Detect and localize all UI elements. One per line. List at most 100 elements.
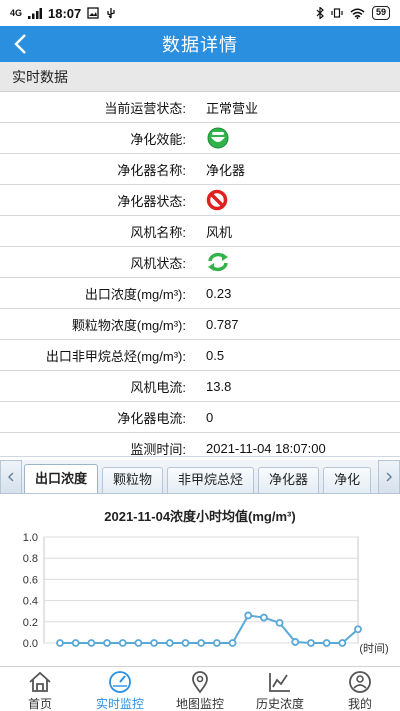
- info-value: 2021-11-04 18:07:00: [206, 440, 326, 456]
- y-tick-label: 0.2: [23, 617, 38, 629]
- info-row: 出口非甲烷总烃(mg/m³): 0.5: [0, 340, 400, 371]
- status-time: 18:07: [48, 5, 82, 21]
- map-pin-icon: [187, 670, 213, 694]
- section-header: 实时数据: [0, 62, 400, 92]
- data-point: [134, 639, 143, 647]
- concentration-chart: 2021-11-04浓度小时均值(mg/m³) 0.0 0.2 0.4 0.6 0.8 1.…: [23, 509, 389, 655]
- info-value: 风机: [206, 224, 233, 240]
- info-value: 净化器: [206, 162, 246, 178]
- data-point: [275, 618, 284, 627]
- info-label: 出口浓度(mg/m³):: [84, 286, 186, 302]
- info-value: 0: [206, 409, 214, 425]
- info-label: 风机状态:: [130, 255, 186, 271]
- green-smiley-icon: [207, 127, 229, 149]
- info-row: 净化器名称: 净化器: [0, 154, 400, 185]
- tab-2[interactable]: 颗粒物: [102, 467, 164, 493]
- signal-bars-icon: [28, 7, 43, 19]
- signal-indicator: 4G: [10, 8, 23, 18]
- tab-5[interactable]: 净化: [323, 467, 372, 493]
- data-point: [56, 639, 64, 647]
- info-row: 净化器状态:: [0, 185, 400, 216]
- data-point: [212, 639, 221, 647]
- nav-item-4[interactable]: 历史浓度: [240, 667, 320, 711]
- tab-strip: 出口浓度 颗粒物 非甲烷总烃 净化器 净化: [0, 460, 400, 494]
- info-row: 净化效能:: [0, 123, 400, 154]
- info-label: 净化效能:: [130, 131, 186, 147]
- bluetooth-icon: [316, 7, 324, 19]
- info-row: 风机状态:: [0, 247, 400, 278]
- info-label: 净化器名称:: [117, 162, 186, 178]
- arrow-left-icon: [7, 472, 14, 482]
- status-bar: 4G 18:07 59: [0, 0, 400, 26]
- arrow-right-icon: [386, 472, 393, 482]
- info-label: 净化器电流:: [117, 410, 186, 426]
- image-notification-icon: [87, 7, 99, 19]
- data-point: [228, 639, 237, 647]
- info-label: 出口非甲烷总烃(mg/m³):: [45, 348, 186, 364]
- nav-label: 实时监控: [95, 697, 144, 711]
- tab-scroll-left-button[interactable]: [0, 460, 22, 494]
- x-axis-label: (时间): [359, 642, 388, 655]
- data-point: [338, 639, 347, 647]
- info-label: 当前运营状态:: [104, 100, 186, 116]
- data-point: [322, 639, 331, 647]
- info-label: 颗粒物浓度(mg/m³):: [71, 317, 186, 333]
- nav-item-1[interactable]: 首页: [0, 667, 80, 711]
- info-status-icon: [194, 251, 400, 273]
- page-title: 数据详情: [162, 35, 238, 55]
- tab-scroll-right-button[interactable]: [378, 460, 400, 494]
- data-point: [150, 639, 159, 647]
- info-value: 0.23: [206, 285, 232, 301]
- data-point: [103, 639, 111, 647]
- green-refresh-icon: [208, 252, 228, 272]
- tab-1[interactable]: 出口浓度: [24, 464, 99, 493]
- tabs: 出口浓度 颗粒物 非甲烷总烃 净化器 净化: [24, 464, 376, 494]
- tab-4[interactable]: 净化器: [258, 467, 320, 493]
- info-status-icon: [194, 189, 400, 211]
- nav-item-3[interactable]: 地图监控: [160, 667, 240, 711]
- usb-icon: [107, 8, 115, 19]
- info-value: 0.787: [206, 316, 239, 332]
- info-row: 风机电流: 13.8: [0, 371, 400, 402]
- tab-3[interactable]: 非甲烷总烃: [167, 467, 255, 493]
- wifi-icon: [350, 8, 365, 19]
- y-tick-label: 0.0: [23, 638, 38, 650]
- chart-title: 2021-11-04浓度小时均值(mg/m³): [104, 509, 295, 524]
- info-row: 净化器电流: 0: [0, 402, 400, 433]
- plot-area: [43, 536, 359, 644]
- y-tick-label: 0.4: [23, 596, 38, 608]
- info-label: 净化器状态:: [117, 193, 186, 209]
- nav-label: 我的: [347, 697, 372, 711]
- info-status-icon: [194, 127, 400, 149]
- info-table: 当前运营状态: 正常营业净化效能: 净化器名称: 净化器净化器状态: 风机名称: 风机风机…: [0, 92, 400, 464]
- data-point: [259, 613, 268, 622]
- nav-item-2[interactable]: 实时监控: [80, 667, 160, 711]
- data-point: [87, 639, 96, 647]
- home-icon: [27, 670, 53, 694]
- info-label: 风机名称:: [130, 224, 186, 240]
- info-row: 当前运营状态: 正常营业: [0, 92, 400, 123]
- info-label: 风机电流:: [130, 379, 186, 395]
- data-point: [244, 611, 253, 620]
- y-tick-label: 1.0: [23, 532, 38, 544]
- trend-chart-icon: [267, 670, 293, 694]
- gauge-icon: [107, 670, 133, 694]
- nav-item-5[interactable]: 我的: [320, 667, 400, 711]
- y-tick-label: 0.6: [23, 574, 38, 586]
- data-point: [291, 638, 300, 646]
- info-value: 13.8: [206, 378, 232, 394]
- data-point: [71, 639, 80, 647]
- data-point: [307, 639, 315, 647]
- data-point: [165, 639, 174, 647]
- info-row: 出口浓度(mg/m³): 0.23: [0, 278, 400, 309]
- app-header: 数据详情: [0, 26, 400, 62]
- y-tick-label: 0.8: [23, 553, 38, 565]
- battery-indicator: 59: [371, 6, 390, 20]
- data-point: [354, 625, 362, 634]
- back-button[interactable]: [4, 26, 36, 62]
- bottom-nav: 首页 实时监控 地图监控 历史浓度 我的: [0, 666, 400, 711]
- data-point: [181, 639, 190, 647]
- vibrate-icon: [331, 8, 343, 18]
- info-value: 正常营业: [206, 100, 259, 116]
- data-point: [118, 639, 127, 647]
